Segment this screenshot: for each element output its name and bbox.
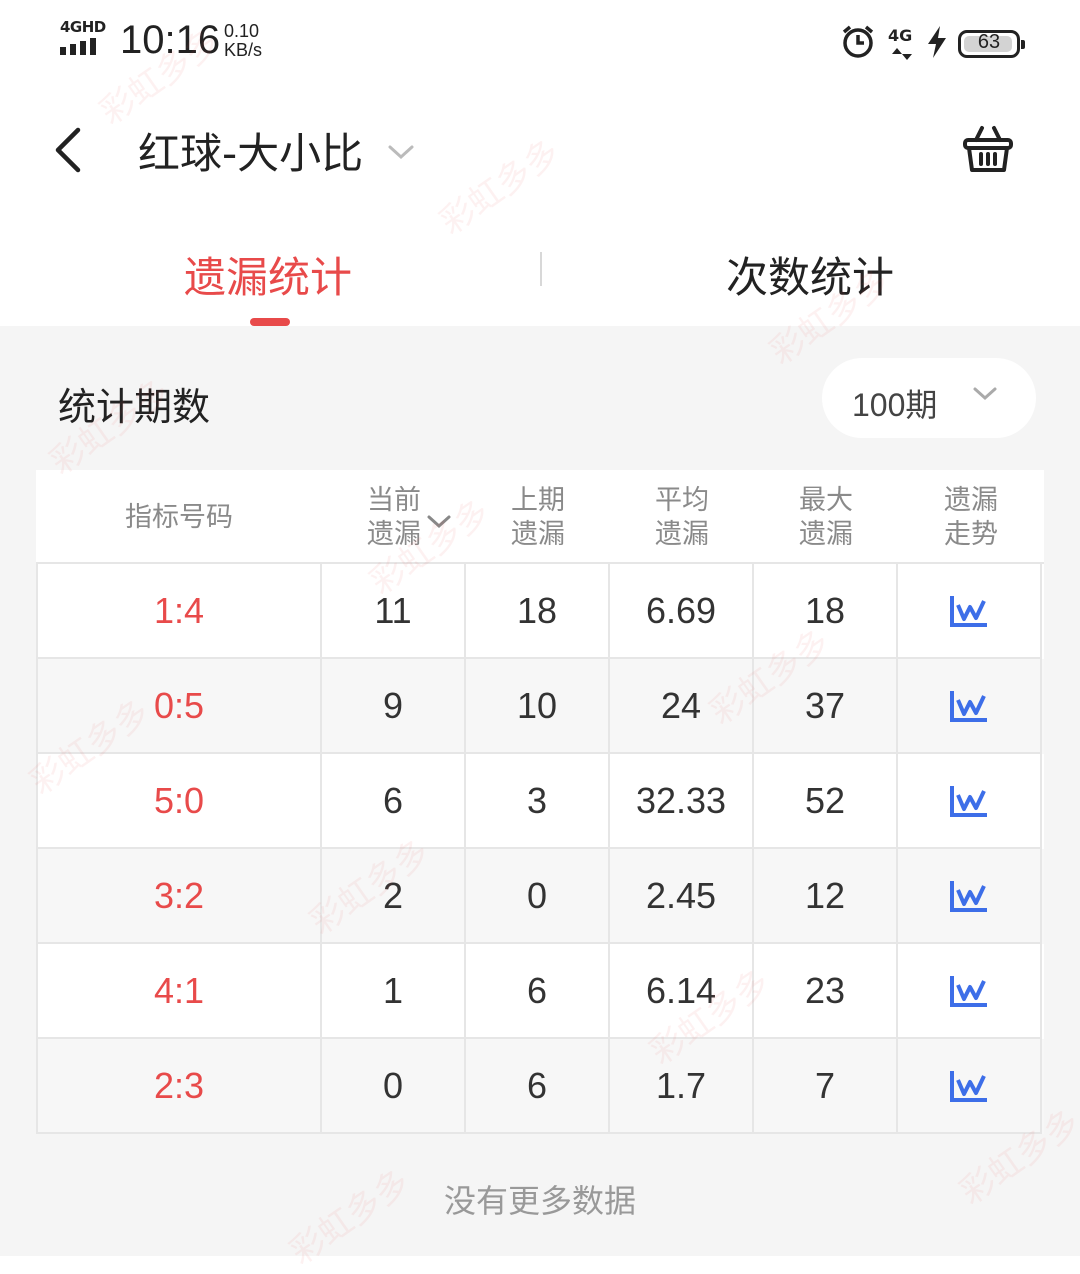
cell-previous: 3 [466,754,610,849]
cell-current: 0 [322,1039,466,1134]
table-header: 指标号码 当前 遗漏 上期 遗漏 平均 遗漏 最大 遗漏 遗漏 走势 [36,470,1044,562]
data-4g-icon: 4G [888,26,916,62]
cell-current: 2 [322,849,466,944]
header-trend-line1: 遗漏 [944,485,998,516]
table-row: 2:3 0 6 1.7 7 [38,1039,1044,1134]
header-previous-line1: 上期 [511,485,565,516]
battery-icon: 63 [958,30,1025,58]
cell-average: 24 [610,659,754,754]
title-dropdown[interactable]: 红球-大小比 [138,120,415,181]
trend-chart-icon [950,1070,987,1102]
cell-current: 9 [322,659,466,754]
period-label: 统计期数 [58,385,211,429]
header-max-missing: 最大 遗漏 [754,484,898,552]
page-title: 红球-大小比 [138,129,364,178]
trend-button[interactable] [898,564,1042,659]
cell-max: 18 [754,564,898,659]
trend-button[interactable] [898,849,1042,944]
period-select[interactable]: 100期 [822,358,1036,438]
cell-max: 52 [754,754,898,849]
cell-max: 23 [754,944,898,1039]
cell-index: 3:2 [38,849,322,944]
status-time: 10:16 [120,18,221,62]
cell-index: 1:4 [38,564,322,659]
right-network-type: 4G [888,26,913,45]
sort-chevron-icon [427,515,451,529]
basket-button[interactable] [962,124,1014,176]
tab-bar: 遗漏统计 次数统计 [0,220,1080,326]
header-average-line1: 平均 [655,485,709,516]
network-speed-value: 0.10 [224,21,260,41]
cell-index: 0:5 [38,659,322,754]
cell-average: 2.45 [610,849,754,944]
header-missing-trend: 遗漏 走势 [898,484,1044,552]
network-speed: 0.10 KB/s [224,22,262,60]
trend-chart-icon [950,975,987,1007]
cell-previous: 18 [466,564,610,659]
status-bar: 4GHD 10:16 0.10 KB/s 4G 63 [0,0,1080,90]
chevron-down-icon [388,145,414,159]
tab-divider [540,252,542,286]
cell-previous: 0 [466,849,610,944]
charging-bolt-icon [928,26,946,62]
header-average-line2: 遗漏 [655,519,709,550]
cell-max: 12 [754,849,898,944]
cell-max: 7 [754,1039,898,1134]
header-current-line1: 当前 [367,485,421,516]
cell-previous: 6 [466,1039,610,1134]
cell-average: 6.14 [610,944,754,1039]
trend-button[interactable] [898,754,1042,849]
cell-average: 32.33 [610,754,754,849]
table-row: 5:0 6 3 32.33 52 [38,754,1044,849]
trend-chart-icon [950,690,987,722]
table-row: 4:1 1 6 6.14 23 [38,944,1044,1039]
trend-button[interactable] [898,659,1042,754]
header-max-line1: 最大 [799,485,853,516]
trend-chart-icon [950,595,987,627]
trend-chart-icon [950,785,987,817]
table-row: 1:4 11 18 6.69 18 [38,564,1044,659]
alarm-icon [840,24,876,64]
network-type: 4GHD [60,18,106,36]
table-row: 0:5 9 10 24 37 [38,659,1044,754]
stats-table: 1:4 11 18 6.69 18 0:5 9 10 24 37 5:0 6 3… [36,562,1044,1134]
header-average-missing: 平均 遗漏 [610,484,754,552]
trend-button[interactable] [898,1039,1042,1134]
active-tab-indicator [250,318,290,326]
header-max-line2: 遗漏 [799,519,853,550]
trend-chart-icon [950,880,987,912]
cell-current: 6 [322,754,466,849]
cell-previous: 10 [466,659,610,754]
cell-index: 5:0 [38,754,322,849]
trend-button[interactable] [898,944,1042,1039]
cell-index: 4:1 [38,944,322,1039]
header-index: 指标号码 [125,502,233,533]
header-trend-line2: 走势 [944,519,998,550]
battery-level: 63 [977,31,1001,53]
tab-count-stats[interactable]: 次数统计 [726,244,894,305]
no-more-data: 没有更多数据 [443,1182,636,1220]
cell-previous: 6 [466,944,610,1039]
cellular-signal-icon: 4GHD [58,18,108,58]
header-current-missing[interactable]: 当前 遗漏 [322,484,466,552]
back-button[interactable] [46,122,96,178]
cell-average: 6.69 [610,564,754,659]
cell-current: 1 [322,944,466,1039]
header-previous-line2: 遗漏 [511,519,565,550]
header-previous-missing: 上期 遗漏 [466,484,610,552]
network-speed-unit: KB/s [224,40,263,60]
table-row: 3:2 2 0 2.45 12 [38,849,1044,944]
chevron-down-icon [973,387,997,401]
tab-missing-stats[interactable]: 遗漏统计 [184,244,352,305]
cell-index: 2:3 [38,1039,322,1134]
period-value: 100期 [852,387,938,423]
cell-current: 11 [322,564,466,659]
cell-average: 1.7 [610,1039,754,1134]
app-header: 红球-大小比 [0,96,1080,206]
basket-icon [963,126,1013,172]
back-arrow-icon [55,127,81,173]
cell-max: 37 [754,659,898,754]
